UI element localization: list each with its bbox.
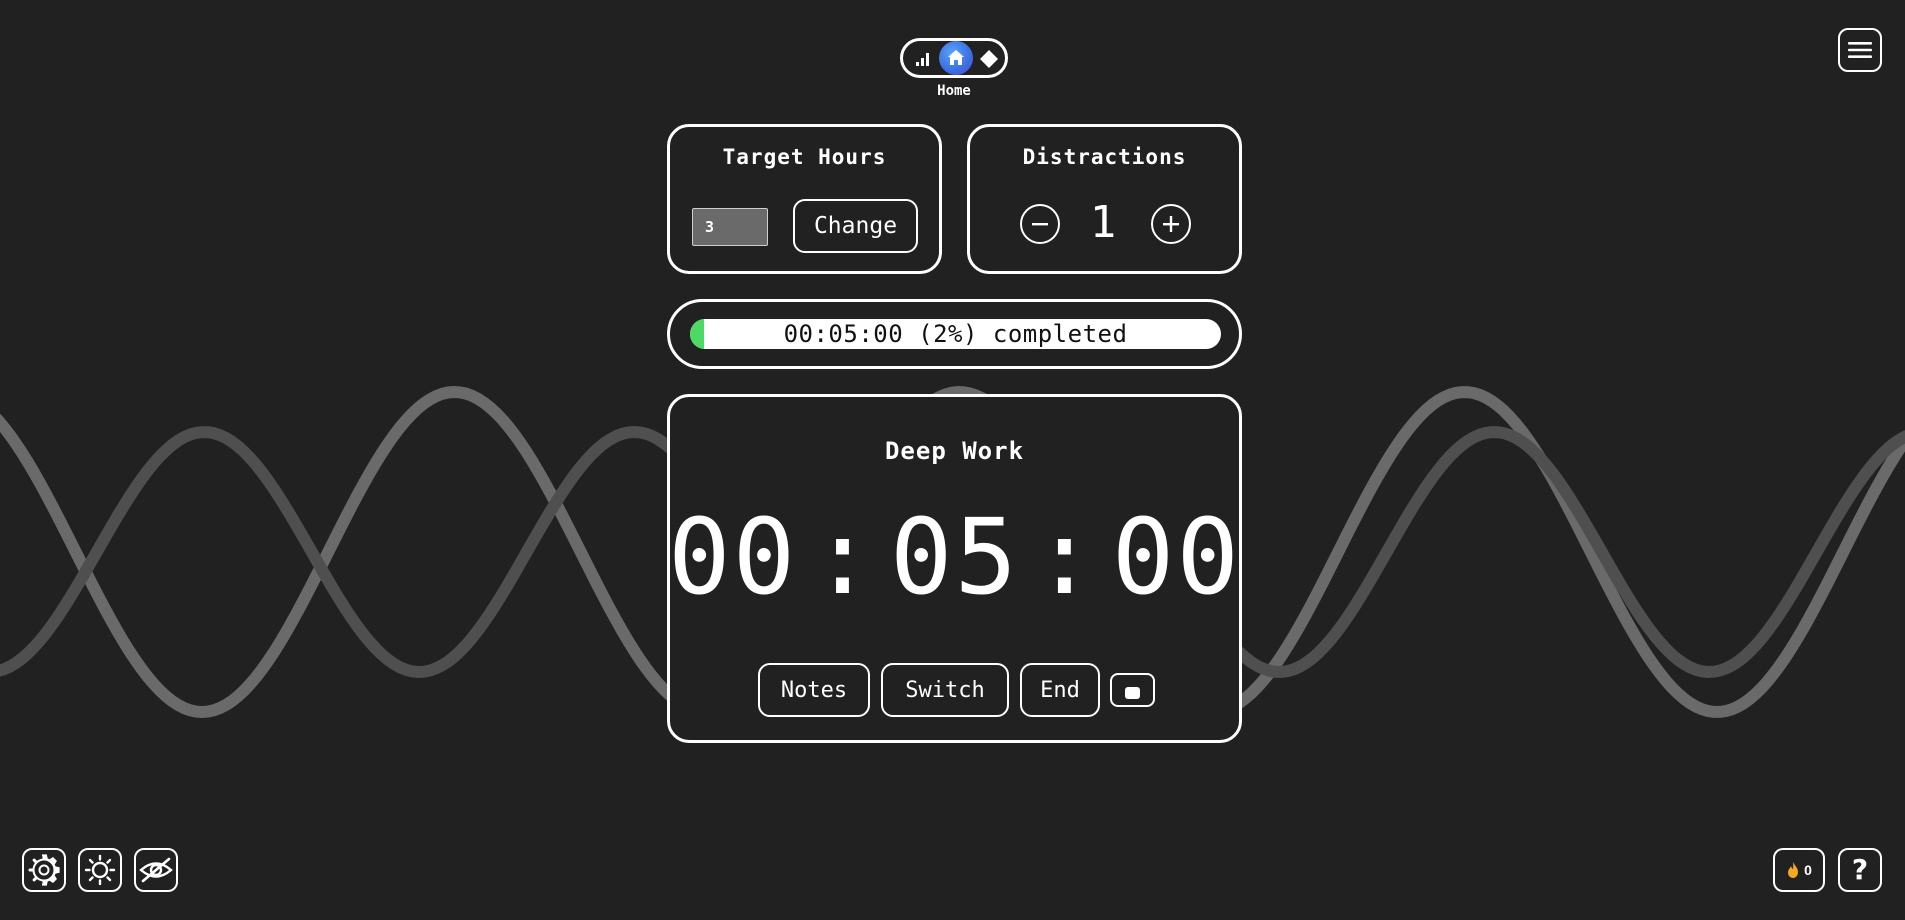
current-page-label: Home [937, 83, 971, 99]
distractions-title: Distractions [1022, 145, 1187, 169]
end-button[interactable]: End [1020, 663, 1100, 717]
change-target-button[interactable]: Change [793, 199, 918, 253]
plus-icon [1163, 216, 1179, 232]
streak-count: 0 [1804, 862, 1812, 878]
nav-diamond-button[interactable] [979, 49, 999, 69]
menu-button[interactable] [1838, 28, 1882, 72]
timer-display: 00 : 05 : 00 [668, 496, 1241, 618]
settings-button[interactable] [22, 848, 66, 892]
nav-home-button[interactable] [939, 41, 973, 75]
notes-button[interactable]: Notes [758, 663, 870, 717]
switch-button[interactable]: Switch [881, 663, 1009, 717]
eye-off-icon [139, 857, 173, 883]
progress-panel: 00:05:00 (2%) completed [667, 299, 1242, 369]
timer-minutes: 05 [889, 496, 1020, 618]
nav-stats-button[interactable] [913, 50, 933, 68]
hamburger-menu-icon [1848, 42, 1872, 58]
top-nav-pill [900, 38, 1008, 78]
streak-button[interactable]: 0 [1773, 848, 1825, 892]
progress-bar-track: 00:05:00 (2%) completed [690, 319, 1221, 349]
distractions-count: 1 [1089, 197, 1117, 248]
flame-icon [1788, 862, 1799, 878]
target-hours-input[interactable] [692, 208, 768, 246]
timer-panel: Deep Work 00 : 05 : 00 Notes Switch End [667, 394, 1242, 743]
distractions-panel: Distractions 1 [967, 124, 1242, 274]
hide-waves-button[interactable] [134, 848, 178, 892]
home-icon [948, 50, 964, 65]
help-icon: ? [1851, 853, 1869, 886]
sun-icon [84, 854, 116, 886]
small-square-icon [1125, 687, 1140, 699]
timer-mode-label: Deep Work [884, 437, 1025, 465]
stats-icon [916, 53, 929, 66]
progress-label: 00:05:00 (2%) completed [783, 320, 1128, 348]
increment-distractions-button[interactable] [1151, 204, 1191, 244]
timer-seconds: 00 [1111, 496, 1241, 618]
target-hours-panel: Target Hours Change [667, 124, 942, 274]
timer-separator: : [811, 496, 876, 618]
gear-icon [28, 854, 60, 886]
help-button[interactable]: ? [1838, 848, 1882, 892]
target-hours-title: Target Hours [722, 145, 887, 169]
decrement-distractions-button[interactable] [1020, 204, 1060, 244]
diamond-icon [980, 50, 998, 68]
fullscreen-toggle-button[interactable] [1110, 673, 1155, 707]
minus-icon [1032, 223, 1048, 226]
theme-toggle-button[interactable] [78, 848, 122, 892]
app-root: Home Target Hours Change Distractions 1 [0, 0, 1905, 920]
timer-hours: 00 [668, 496, 798, 618]
timer-separator: : [1033, 496, 1098, 618]
